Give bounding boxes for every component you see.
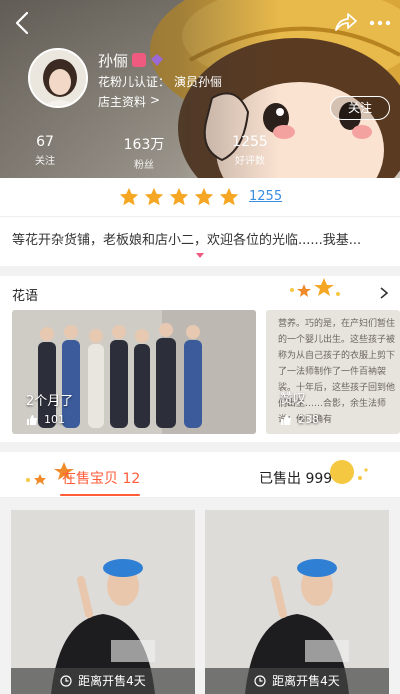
- stat-value: 1255: [232, 134, 268, 150]
- avatar[interactable]: [28, 48, 88, 108]
- star-icon: [169, 187, 189, 206]
- chevron-right-icon[interactable]: [378, 286, 390, 300]
- thumbs-up-icon[interactable]: [26, 414, 38, 426]
- stat-label: 粉丝: [134, 160, 154, 171]
- star-icon: [119, 187, 139, 206]
- section-title: 花语: [12, 289, 39, 304]
- verified-badge-icon: [132, 53, 146, 67]
- follow-button[interactable]: 关注: [330, 96, 390, 120]
- certification-name: 演员孙俪: [174, 75, 223, 89]
- rating-row: 1255: [0, 178, 400, 216]
- flower-card[interactable]: 营养。巧的是，在产妇们暂住的一个婴儿出生。这些孩子被称为从自己孩子的衣服上剪下了…: [266, 310, 400, 434]
- product-photo: [205, 510, 389, 694]
- product-tabs: 在售宝贝 12 已售出 999: [0, 452, 400, 498]
- stat-value: 67: [36, 134, 54, 150]
- diamond-badge-icon: [151, 54, 163, 66]
- expand-caret-icon[interactable]: [196, 253, 204, 258]
- decorative-moon-icon: [330, 460, 368, 484]
- tab-sold[interactable]: 已售出 999: [259, 468, 332, 488]
- card-caption: 赞叹: [280, 392, 307, 407]
- stat-label: 好评数: [235, 156, 265, 167]
- tab-on-sale[interactable]: 在售宝贝 12: [62, 468, 140, 488]
- description-text: 等花开杂货铺，老板娘和店小二，欢迎各位的光临......我基...: [12, 233, 362, 248]
- star-icon: [219, 187, 239, 206]
- more-icon[interactable]: [366, 10, 394, 36]
- like-count: 101: [44, 413, 65, 426]
- card-caption: 2个月了: [26, 394, 74, 409]
- product-card[interactable]: 距离开售4天: [11, 510, 195, 694]
- countdown-text: 距离开售4天: [272, 674, 340, 688]
- sale-countdown: 距离开售4天: [11, 668, 195, 694]
- thumbs-up-icon[interactable]: [280, 414, 292, 426]
- shop-name: 孙俪: [98, 52, 129, 70]
- active-tab-indicator: [60, 494, 140, 496]
- decorative-stars-icon: [290, 278, 340, 297]
- product-photo: [11, 510, 195, 694]
- rating-count-link[interactable]: 1255: [249, 189, 282, 204]
- stat-good-reviews[interactable]: 1255 好评数: [210, 134, 290, 167]
- clock-icon: [254, 675, 266, 687]
- product-card[interactable]: 距离开售4天: [205, 510, 389, 694]
- certification-label: 花粉儿认证：: [98, 75, 171, 89]
- like-count: 238: [298, 413, 319, 426]
- star-icon: [194, 187, 214, 206]
- chevron-right-icon: >: [150, 93, 161, 107]
- card-text: 营养。巧的是，在产妇们暂住的一个婴儿出生。这些孩子被称为从自己孩子的衣服上剪下了…: [278, 319, 396, 425]
- flower-card[interactable]: 2个月了 101: [12, 310, 256, 434]
- product-grid: 距离开售4天 距离开售4天: [0, 498, 400, 694]
- stat-label: 关注: [35, 156, 55, 167]
- back-icon[interactable]: [8, 8, 38, 38]
- stat-following[interactable]: 67 关注: [5, 134, 85, 167]
- flower-language-section: 花语 2个月了 101 营养。巧的是，在产妇们暂住的一个婴儿出生。这些孩子被称为…: [0, 276, 400, 442]
- share-icon[interactable]: [332, 10, 358, 36]
- countdown-text: 距离开售4天: [78, 674, 146, 688]
- shop-description[interactable]: 等花开杂货铺，老板娘和店小二，欢迎各位的光临......我基...: [0, 216, 400, 266]
- owner-info-link[interactable]: 店主资料: [98, 93, 146, 110]
- clock-icon: [60, 675, 72, 687]
- sale-countdown: 距离开售4天: [205, 668, 389, 694]
- stat-fans[interactable]: 163万 粉丝: [104, 134, 184, 171]
- stat-value: 163万: [123, 137, 165, 153]
- shop-header: 孙俪 花粉儿认证： 演员孙俪 店主资料 > 关注 67 关注 163万 粉丝 1…: [0, 0, 400, 178]
- star-icon: [144, 187, 164, 206]
